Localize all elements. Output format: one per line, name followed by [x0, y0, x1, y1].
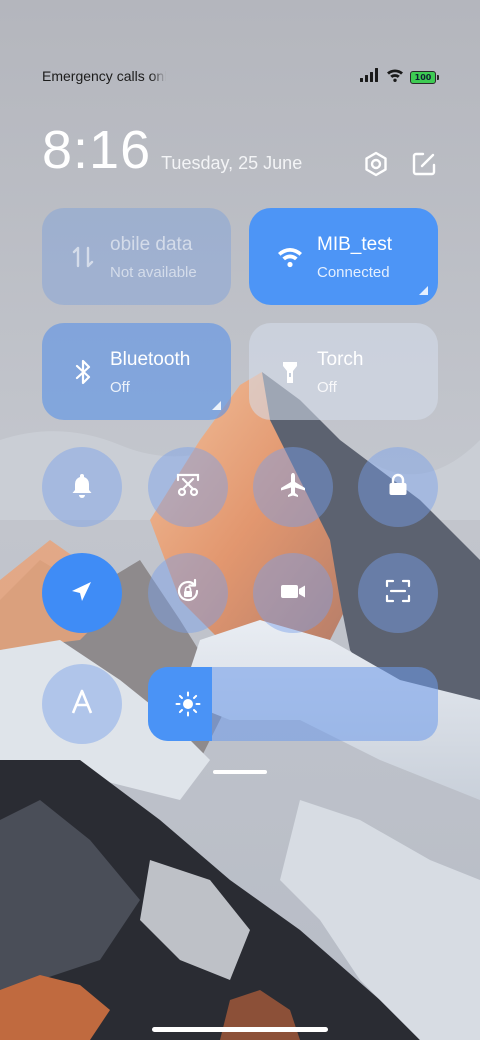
location-toggle[interactable] — [42, 553, 122, 633]
clock-time: 8:16 — [42, 120, 152, 180]
status-bar: Emergency calls only 100 — [0, 60, 480, 92]
signal-icon — [360, 68, 380, 87]
silent-toggle[interactable] — [42, 447, 122, 527]
settings-icon[interactable] — [362, 150, 390, 178]
rotation-lock-icon — [173, 576, 203, 611]
bluetooth-icon — [68, 357, 98, 387]
mobile-data-icon — [68, 242, 98, 272]
clock-row: 8:16 Tuesday, 25 June — [42, 120, 302, 180]
torch-icon — [275, 357, 305, 387]
torch-status: Off — [317, 379, 337, 396]
rotation-lock-toggle[interactable] — [148, 553, 228, 633]
screen-recorder-toggle[interactable] — [253, 553, 333, 633]
bluetooth-label: Bluetooth — [110, 349, 191, 370]
mobile-data-label: obile data — [110, 234, 193, 255]
scanner-toggle[interactable] — [358, 553, 438, 633]
screenshot-toggle[interactable] — [148, 447, 228, 527]
torch-label: Torch — [317, 349, 364, 370]
wifi-network-name: MIB_test — [317, 234, 392, 255]
carrier-status-text: Emergency calls only — [42, 68, 166, 84]
edit-icon[interactable] — [410, 150, 438, 178]
expand-corner-icon — [212, 401, 221, 410]
wifi-status: Connected — [317, 264, 390, 281]
mobile-data-tile[interactable]: obile data Not available — [42, 208, 231, 305]
wifi-tile[interactable]: MIB_test Connected — [249, 208, 438, 305]
bluetooth-status: Off — [110, 379, 130, 396]
bluetooth-tile[interactable]: Bluetooth Off — [42, 323, 231, 420]
torch-tile[interactable]: Torch Off — [249, 323, 438, 420]
scan-icon — [383, 576, 413, 611]
airplane-mode-toggle[interactable] — [253, 447, 333, 527]
panel-drag-handle[interactable] — [213, 770, 267, 774]
airplane-icon — [278, 470, 308, 505]
video-camera-icon — [278, 576, 308, 611]
wifi-icon — [386, 68, 404, 87]
bell-icon — [67, 470, 97, 505]
lock-icon — [383, 470, 413, 505]
lock-screen-toggle[interactable] — [358, 447, 438, 527]
clock-date: Tuesday, 25 June — [161, 153, 303, 173]
brightness-slider[interactable] — [148, 667, 438, 741]
mobile-data-status: Not available — [110, 264, 197, 281]
battery-indicator: 100 — [410, 71, 439, 84]
scissors-icon — [173, 470, 203, 505]
expand-corner-icon — [419, 286, 428, 295]
font-size-toggle[interactable] — [42, 664, 122, 744]
home-indicator[interactable] — [152, 1027, 328, 1032]
status-icons: 100 — [360, 68, 439, 87]
font-a-icon — [67, 687, 97, 722]
wifi-tile-icon — [275, 242, 305, 272]
sun-icon — [174, 690, 202, 718]
location-arrow-icon — [67, 576, 97, 611]
